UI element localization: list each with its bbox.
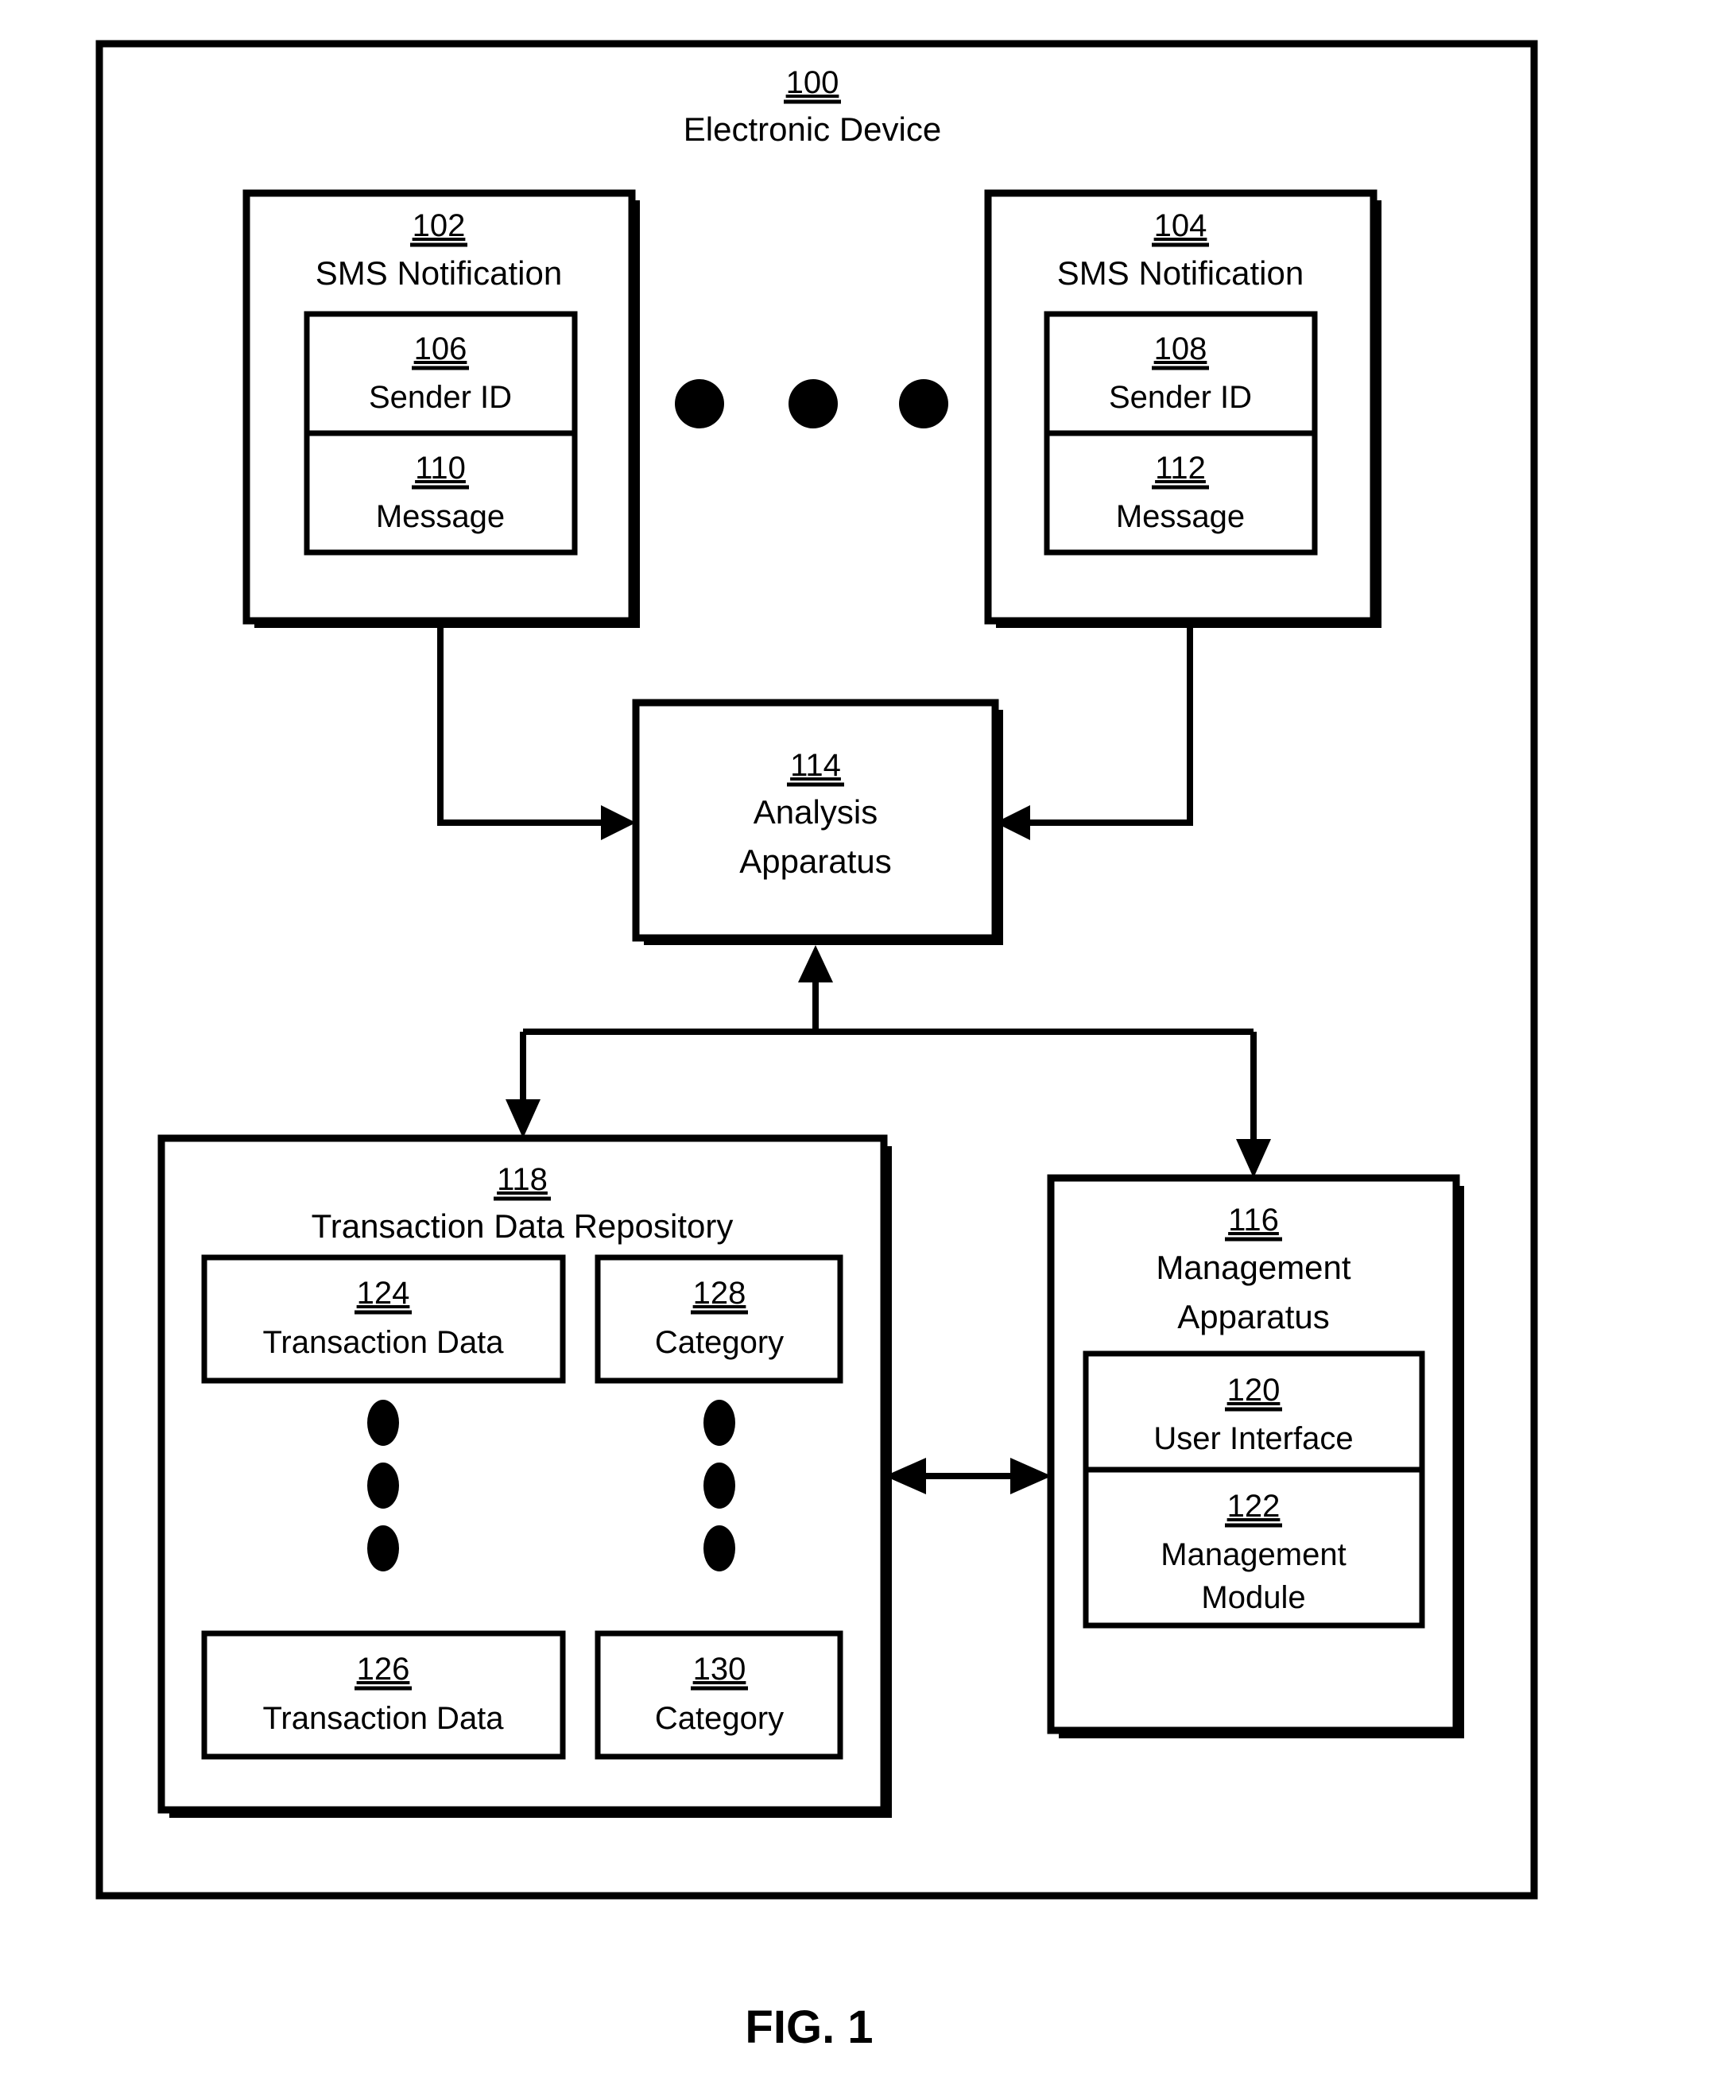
sender-id-left-ref: 106 bbox=[414, 331, 467, 366]
sender-id-left-label: Sender ID bbox=[369, 380, 512, 415]
sms-left-label: SMS Notification bbox=[316, 254, 562, 292]
electronic-device-label: Electronic Device bbox=[684, 110, 941, 148]
sms-right-label: SMS Notification bbox=[1057, 254, 1304, 292]
category-first-label: Category bbox=[655, 1325, 784, 1360]
message-left-ref: 110 bbox=[415, 451, 466, 486]
vertical-ellipsis-category bbox=[703, 1400, 735, 1571]
message-right-label: Message bbox=[1116, 499, 1245, 534]
vertical-ellipsis-transaction bbox=[367, 1400, 399, 1571]
user-interface-ref: 120 bbox=[1227, 1373, 1281, 1408]
management-apparatus-label-line1: Management bbox=[1156, 1249, 1350, 1286]
ellipsis-dot bbox=[703, 1525, 735, 1571]
message-right-ref: 112 bbox=[1155, 451, 1206, 486]
repository-label: Transaction Data Repository bbox=[312, 1207, 734, 1245]
analysis-apparatus-label-line1: Analysis bbox=[754, 793, 878, 831]
analysis-apparatus-label-line2: Apparatus bbox=[739, 843, 891, 880]
electronic-device-ref: 100 bbox=[786, 65, 839, 100]
sms-left-ref: 102 bbox=[413, 208, 466, 243]
category-last-ref: 130 bbox=[693, 1652, 746, 1687]
management-module-label-line1: Management bbox=[1161, 1537, 1346, 1572]
management-module-label-line2: Module bbox=[1201, 1580, 1305, 1615]
figure-caption: FIG. 1 bbox=[745, 2001, 873, 2053]
transaction-data-first-ref: 124 bbox=[357, 1276, 410, 1311]
transaction-data-last-label: Transaction Data bbox=[262, 1701, 504, 1736]
horizontal-ellipsis bbox=[675, 379, 948, 428]
ellipsis-dot bbox=[703, 1400, 735, 1446]
sender-id-right-ref: 108 bbox=[1154, 331, 1207, 366]
ellipsis-dot bbox=[675, 379, 724, 428]
message-left-label: Message bbox=[376, 499, 505, 534]
management-apparatus-label-line2: Apparatus bbox=[1177, 1298, 1329, 1335]
ellipsis-dot bbox=[367, 1463, 399, 1509]
ellipsis-dot bbox=[899, 379, 948, 428]
user-interface-label: User Interface bbox=[1153, 1421, 1353, 1456]
category-first-ref: 128 bbox=[693, 1276, 746, 1311]
category-last-label: Category bbox=[655, 1701, 784, 1736]
figure-root: 100 Electronic Device 102 SMS Notificati… bbox=[0, 0, 1736, 2100]
transaction-data-first-label: Transaction Data bbox=[262, 1325, 504, 1360]
ellipsis-dot bbox=[789, 379, 838, 428]
repository-ref: 118 bbox=[497, 1162, 548, 1197]
ellipsis-dot bbox=[703, 1463, 735, 1509]
management-module-ref: 122 bbox=[1227, 1489, 1281, 1524]
transaction-data-last-ref: 126 bbox=[357, 1652, 410, 1687]
analysis-apparatus-ref: 114 bbox=[790, 748, 841, 783]
ellipsis-dot bbox=[367, 1525, 399, 1571]
block-diagram: 100 Electronic Device 102 SMS Notificati… bbox=[95, 40, 1538, 2053]
ellipsis-dot bbox=[367, 1400, 399, 1446]
sender-id-right-label: Sender ID bbox=[1109, 380, 1252, 415]
sms-right-ref: 104 bbox=[1154, 208, 1207, 243]
management-apparatus-ref: 116 bbox=[1228, 1203, 1279, 1238]
